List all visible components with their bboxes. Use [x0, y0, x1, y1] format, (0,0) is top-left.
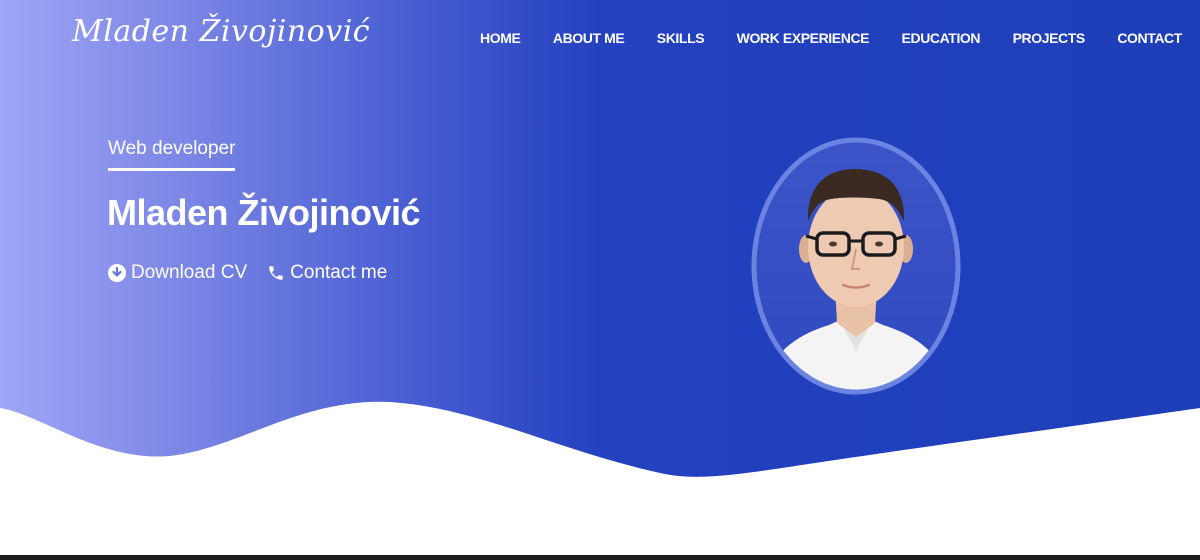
download-cv-label: Download CV	[131, 262, 248, 283]
hero-section: Mladen Živojinović HOME ABOUT ME SKILLS …	[0, 0, 1200, 560]
nav-work-experience[interactable]: WORK EXPERIENCE	[737, 30, 870, 46]
phone-icon	[267, 264, 285, 282]
hero-actions: Download CV Contact me	[108, 262, 387, 284]
contact-me-label: Contact me	[290, 262, 388, 283]
download-cv-button[interactable]: Download CV	[108, 262, 247, 284]
contact-me-button[interactable]: Contact me	[267, 262, 387, 284]
nav-contact[interactable]: CONTACT	[1117, 30, 1182, 46]
brand-logo[interactable]: Mladen Živojinović	[72, 14, 370, 49]
nav-projects[interactable]: PROJECTS	[1013, 30, 1086, 46]
hero-name: Mladen Živojinović	[107, 192, 421, 233]
nav-home[interactable]: HOME	[480, 30, 521, 46]
main-nav: HOME ABOUT ME SKILLS WORK EXPERIENCE EDU…	[480, 28, 1182, 48]
download-circle-icon	[108, 264, 126, 282]
nav-skills[interactable]: SKILLS	[657, 30, 705, 46]
page-bottom-strip	[0, 555, 1200, 560]
hero-subtitle: Web developer	[108, 138, 236, 171]
profile-photo	[751, 137, 961, 395]
nav-about-me[interactable]: ABOUT ME	[553, 30, 625, 46]
nav-education[interactable]: EDUCATION	[902, 30, 981, 46]
